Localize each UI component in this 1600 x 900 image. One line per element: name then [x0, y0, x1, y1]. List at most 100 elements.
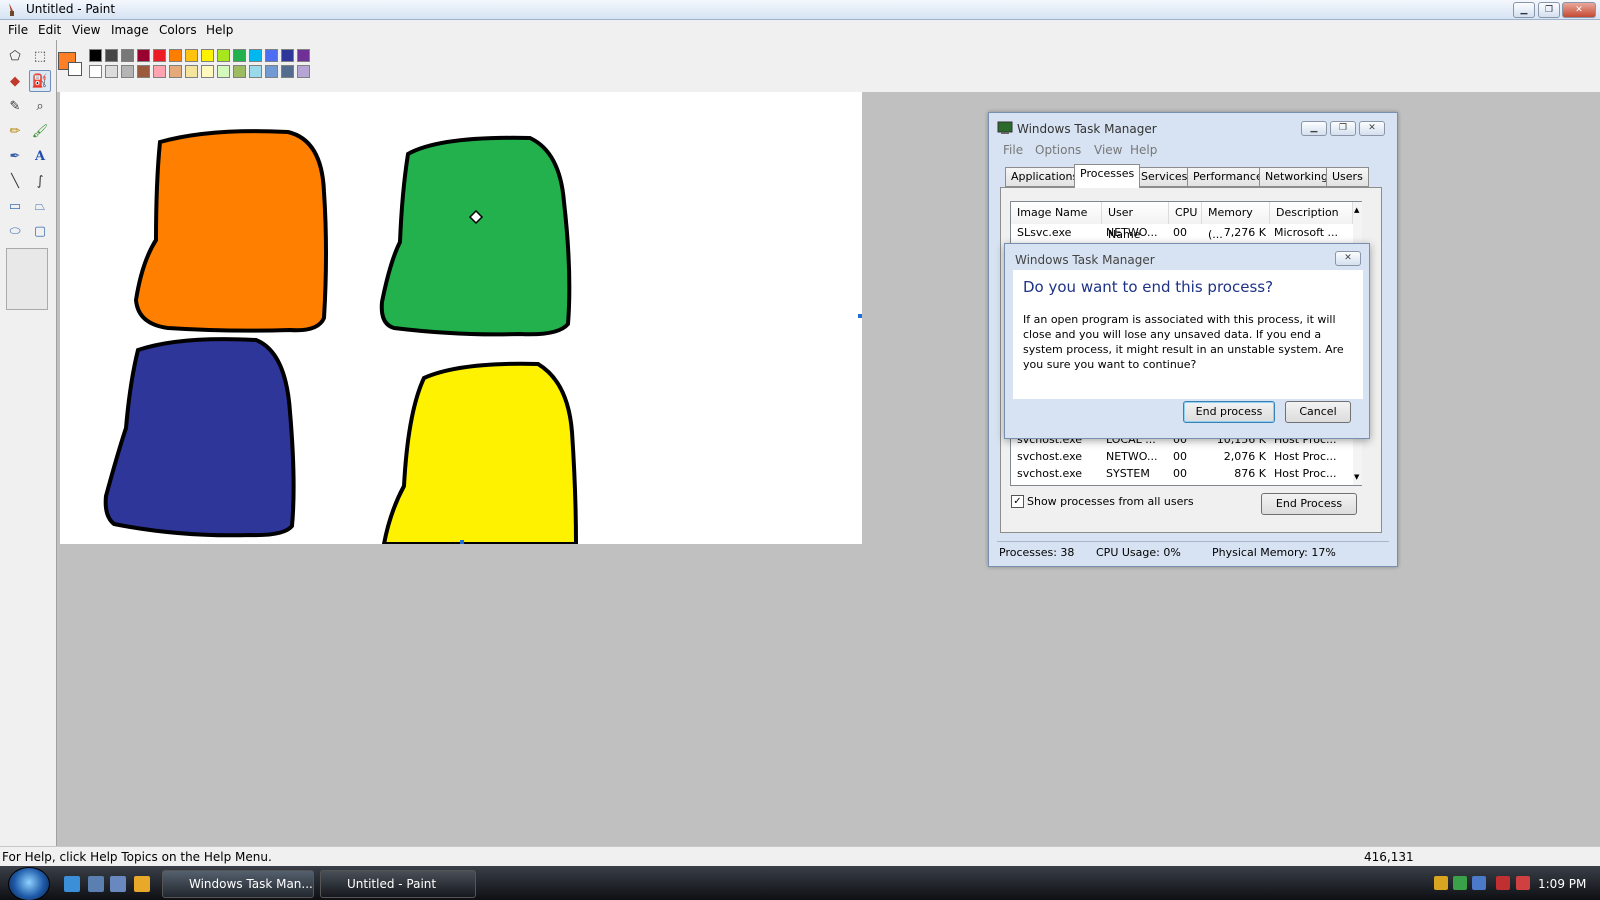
minimize-button[interactable]: ▁ — [1513, 2, 1535, 18]
color-swatch[interactable] — [121, 49, 134, 62]
network-tray-icon[interactable] — [1472, 876, 1486, 890]
resize-handle-bottom[interactable] — [460, 540, 464, 544]
ellipse-icon[interactable]: ⬭ — [4, 220, 26, 242]
menu-image[interactable]: Image — [111, 23, 149, 37]
table-row[interactable]: svchost.exe NETWO... 00 2,076 K Host Proc... — [1011, 450, 1353, 466]
brush-icon[interactable]: 🖌 — [29, 120, 51, 142]
tab-applications[interactable]: Applications — [1005, 167, 1085, 187]
line-icon[interactable]: ╲ — [4, 170, 26, 192]
scroll-down-icon[interactable]: ▼ — [1354, 473, 1359, 481]
battery-tray-icon[interactable] — [1453, 876, 1467, 890]
color-swatch[interactable] — [233, 65, 246, 78]
tool-options-box[interactable] — [6, 248, 48, 310]
curve-icon[interactable]: ∫ — [29, 170, 51, 192]
pencil-icon[interactable]: ✏ — [4, 120, 26, 142]
color-swatch[interactable] — [89, 65, 102, 78]
monitor-tray-icon[interactable] — [1496, 876, 1510, 890]
taskbar-paint-button[interactable]: Untitled - Paint — [320, 870, 476, 898]
show-desktop-icon[interactable] — [88, 876, 104, 892]
background-color[interactable] — [68, 62, 82, 76]
confirm-end-process-button[interactable]: End process — [1183, 401, 1275, 423]
menu-file[interactable]: File — [8, 23, 28, 37]
color-swatch[interactable] — [249, 49, 262, 62]
color-swatch[interactable] — [105, 65, 118, 78]
table-row[interactable]: svchost.exe SYSTEM 00 876 K Host Proc... — [1011, 467, 1353, 483]
color-swatch[interactable] — [137, 49, 150, 62]
magnifier-icon[interactable]: ⌕ — [29, 95, 51, 117]
text-icon[interactable]: A — [29, 145, 51, 167]
color-swatch[interactable] — [89, 49, 102, 62]
color-swatch[interactable] — [185, 49, 198, 62]
cell-name: SLsvc.exe — [1017, 226, 1072, 239]
color-swatch[interactable] — [217, 65, 230, 78]
color-swatch[interactable] — [153, 49, 166, 62]
cancel-button[interactable]: Cancel — [1285, 401, 1351, 423]
tm-menu-file[interactable]: File — [1003, 143, 1023, 157]
menu-view[interactable]: View — [72, 23, 100, 37]
drawing-canvas[interactable] — [60, 92, 862, 546]
color-swatch[interactable] — [281, 49, 294, 62]
ie-icon[interactable] — [64, 876, 80, 892]
menu-help[interactable]: Help — [206, 23, 233, 37]
color-swatch[interactable] — [137, 65, 150, 78]
tab-users[interactable]: Users — [1326, 167, 1369, 187]
tm-menu-help[interactable]: Help — [1130, 143, 1157, 157]
color-swatch[interactable] — [249, 65, 262, 78]
table-row[interactable]: SLsvc.exe NETWO... 00 7,276 K Microsoft ... — [1011, 226, 1353, 242]
eraser-icon[interactable]: ◆ — [4, 70, 26, 92]
fill-icon[interactable]: ⛽ — [29, 70, 51, 92]
color-swatch[interactable] — [185, 65, 198, 78]
color-swatch[interactable] — [265, 65, 278, 78]
col-image-name[interactable]: Image Name — [1011, 202, 1102, 224]
color-swatch[interactable] — [281, 65, 294, 78]
tm-menu-view[interactable]: View — [1094, 143, 1122, 157]
airbrush-icon[interactable]: ✒ — [4, 145, 26, 167]
color-swatch[interactable] — [297, 49, 310, 62]
color-swatch[interactable] — [121, 65, 134, 78]
tm-close-button[interactable]: ✕ — [1359, 121, 1385, 136]
tab-networking[interactable]: Networking — [1259, 167, 1334, 187]
start-button[interactable] — [8, 867, 50, 900]
taskbar-task-manager-button[interactable]: Windows Task Man... — [162, 870, 314, 898]
end-process-button[interactable]: End Process — [1261, 493, 1357, 515]
color-swatch[interactable] — [153, 65, 166, 78]
menu-colors[interactable]: Colors — [159, 23, 197, 37]
scroll-up-icon[interactable]: ▲ — [1354, 206, 1359, 214]
tab-processes[interactable]: Processes — [1074, 164, 1141, 188]
task-manager-icon — [997, 121, 1013, 134]
polygon-icon[interactable]: ⏢ — [29, 195, 51, 217]
tm-minimize-button[interactable]: ▁ — [1301, 121, 1327, 136]
color-swatch[interactable] — [169, 49, 182, 62]
tm-maximize-button[interactable]: ❐ — [1330, 121, 1356, 136]
security-tray-icon[interactable] — [1434, 876, 1448, 890]
col-user-name[interactable]: User Name — [1102, 202, 1169, 241]
rect-select-icon[interactable]: ⬚ — [29, 45, 51, 67]
color-swatch[interactable] — [217, 49, 230, 62]
rectangle-icon[interactable]: ▭ — [4, 195, 26, 217]
maximize-button[interactable]: ❐ — [1538, 2, 1560, 18]
col-memory[interactable]: Memory (... — [1202, 202, 1270, 241]
color-swatch[interactable] — [201, 49, 214, 62]
color-swatch[interactable] — [233, 49, 246, 62]
col-description[interactable]: Description — [1270, 202, 1353, 224]
close-button[interactable]: ✕ — [1562, 2, 1596, 18]
color-swatch[interactable] — [105, 49, 118, 62]
volume-muted-icon[interactable] — [1516, 876, 1530, 890]
free-select-icon[interactable]: ⬠ — [4, 45, 26, 67]
tab-performance[interactable]: Performance — [1187, 167, 1269, 187]
media-player-icon[interactable] — [134, 876, 150, 892]
col-cpu[interactable]: CPU — [1169, 202, 1202, 224]
tab-services[interactable]: Services — [1135, 167, 1194, 187]
switch-windows-icon[interactable] — [110, 876, 126, 892]
color-swatch[interactable] — [297, 65, 310, 78]
color-swatch[interactable] — [169, 65, 182, 78]
tm-menu-options[interactable]: Options — [1035, 143, 1081, 157]
dialog-close-button[interactable]: ✕ — [1335, 251, 1361, 266]
color-picker-icon[interactable]: ✎ — [4, 95, 26, 117]
show-all-checkbox[interactable]: ✓ — [1011, 495, 1024, 508]
menu-edit[interactable]: Edit — [38, 23, 61, 37]
resize-handle-right[interactable] — [858, 314, 862, 318]
color-swatch[interactable] — [201, 65, 214, 78]
color-swatch[interactable] — [265, 49, 278, 62]
rounded-rect-icon[interactable]: ▢ — [29, 220, 51, 242]
